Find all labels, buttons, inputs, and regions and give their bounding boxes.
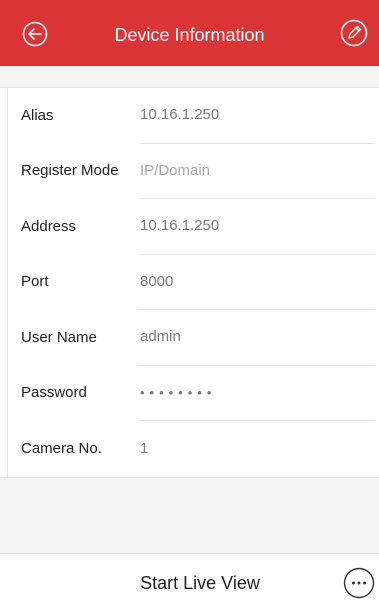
- bottom-spacer: [0, 477, 379, 554]
- camera-no-label: Camera No.: [21, 439, 102, 457]
- user-name-label: User Name: [21, 328, 97, 346]
- address-value: 10.16.1.250: [140, 199, 375, 255]
- alias-value: 10.16.1.250: [140, 88, 375, 144]
- alias-row: Alias 10.16.1.250: [0, 88, 379, 144]
- alias-label: Alias: [21, 106, 54, 124]
- port-label: Port: [21, 273, 49, 291]
- user-name-row: User Name admin: [0, 310, 379, 366]
- password-value: ••••••••: [140, 366, 375, 421]
- device-information-screen: Device Information Alias 10.16.1.250 Reg…: [0, 0, 379, 602]
- page-title: Device Information: [114, 25, 265, 45]
- address-label: Address: [21, 217, 77, 235]
- edit-pencil-icon[interactable]: [340, 19, 368, 47]
- camera-no-value: 1: [140, 439, 149, 457]
- register-mode-label: Register Mode: [21, 162, 119, 180]
- register-mode-row: Register Mode IP/Domain: [0, 144, 379, 199]
- device-info-list: Alias 10.16.1.250 Register Mode IP/Domai…: [0, 88, 379, 477]
- port-row: Port 8000: [0, 255, 379, 310]
- address-row: Address 10.16.1.250: [0, 199, 379, 255]
- header-bar: Device Information: [0, 0, 379, 66]
- top-section-divider: [0, 66, 379, 88]
- register-mode-value: IP/Domain: [140, 144, 375, 199]
- password-row: Password ••••••••: [0, 366, 379, 421]
- more-options-icon[interactable]: [343, 567, 375, 599]
- start-live-view-button[interactable]: Start Live View: [100, 568, 300, 598]
- camera-no-row: Camera No. 1: [0, 421, 379, 477]
- port-value: 8000: [140, 255, 375, 310]
- user-name-value: admin: [140, 310, 375, 366]
- password-label: Password: [21, 384, 87, 402]
- footer-bar: Start Live View: [0, 554, 379, 602]
